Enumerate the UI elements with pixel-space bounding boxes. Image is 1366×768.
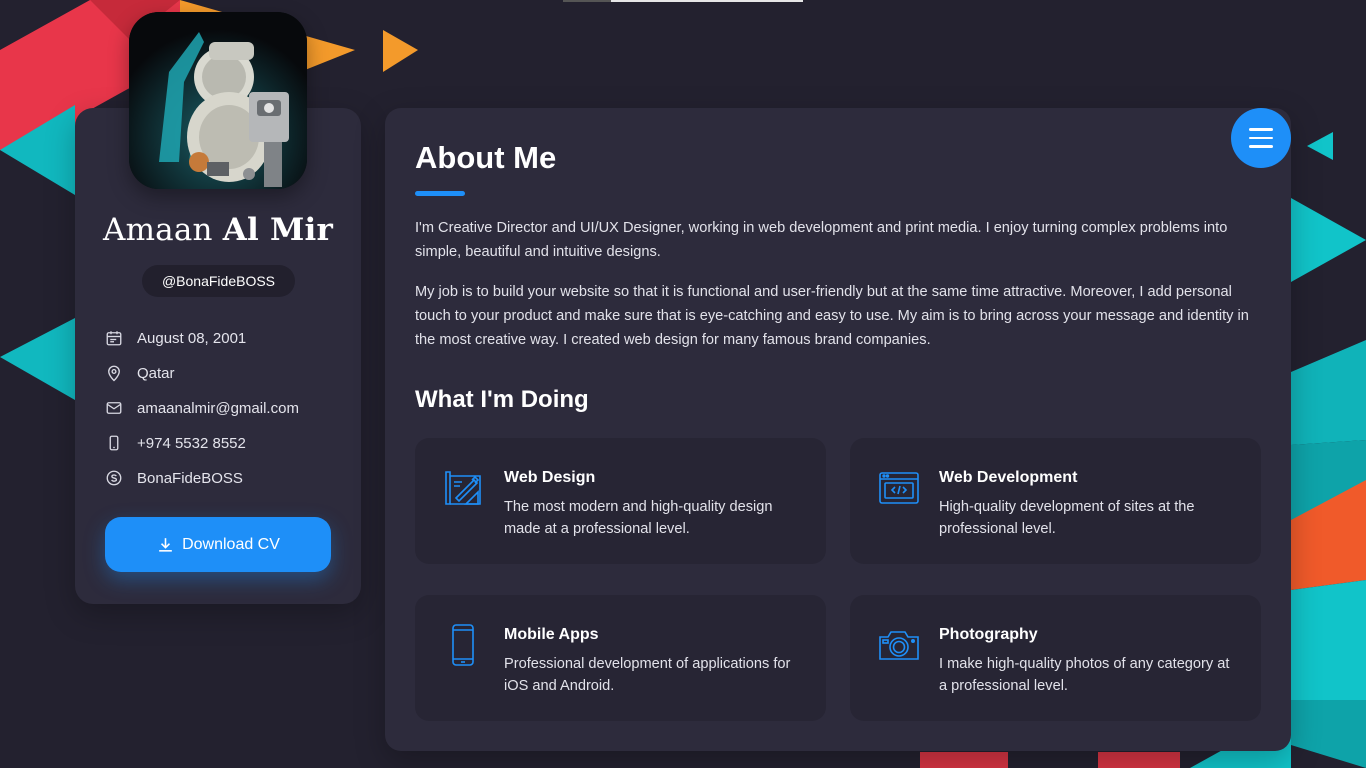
calendar-icon xyxy=(104,328,124,348)
hamburger-menu-icon xyxy=(1249,125,1273,151)
service-title: Web Design xyxy=(504,469,596,486)
service-desc: The most modern and high-quality design … xyxy=(504,499,773,537)
download-icon xyxy=(159,538,172,552)
code-window-icon xyxy=(877,466,921,510)
contact-location: Qatar xyxy=(104,361,344,385)
contact-text: Qatar xyxy=(137,364,175,382)
download-cv-label: Download CV xyxy=(182,535,280,553)
doing-title: What I'm Doing xyxy=(415,386,589,413)
mail-icon xyxy=(104,398,124,418)
service-desc: Professional development of applications… xyxy=(504,656,791,694)
profile-name: Amaan Al Mir xyxy=(75,212,361,248)
service-card-mobile-apps: Mobile Apps Professional development of … xyxy=(415,595,826,721)
avatar xyxy=(129,12,307,189)
service-card-web-design: Web Design The most modern and high-qual… xyxy=(415,438,826,564)
about-paragraph-1: I'm Creative Director and UI/UX Designer… xyxy=(415,220,1228,260)
design-blueprint-icon xyxy=(442,466,486,510)
service-desc: High-quality development of sites at the… xyxy=(939,499,1195,537)
menu-button[interactable] xyxy=(1231,108,1291,168)
service-desc: I make high-quality photos of any catego… xyxy=(939,656,1230,694)
service-card-web-development: Web Development High-quality development… xyxy=(850,438,1261,564)
about-paragraph-2: My job is to build your website so that … xyxy=(415,284,1249,348)
service-card-photography: Photography I make high-quality photos o… xyxy=(850,595,1261,721)
top-progress-strip xyxy=(563,0,803,2)
contact-text[interactable]: BonaFideBOSS xyxy=(137,470,243,487)
contact-skype[interactable]: BonaFideBOSS xyxy=(104,466,344,490)
contact-text: August 08, 2001 xyxy=(137,329,247,347)
download-cv-button[interactable]: Download CV xyxy=(105,517,331,572)
service-title: Web Development xyxy=(939,469,1078,486)
contact-email[interactable]: amaanalmir@gmail.com xyxy=(104,396,344,420)
skype-icon xyxy=(104,468,124,488)
contact-phone[interactable]: +974 5532 8552 xyxy=(104,431,344,455)
smartphone-icon xyxy=(442,623,486,667)
contact-text[interactable]: amaanalmir@gmail.com xyxy=(137,400,299,417)
last-name: Al Mir xyxy=(222,212,334,248)
location-pin-icon xyxy=(104,363,124,383)
contact-birthday: August 08, 2001 xyxy=(104,326,344,350)
handle-badge: @BonaFideBOSS xyxy=(142,265,295,297)
phone-icon xyxy=(104,433,124,453)
first-name: Amaan xyxy=(102,212,213,248)
camera-icon xyxy=(877,623,921,667)
about-title: About Me xyxy=(415,140,557,175)
contact-text[interactable]: +974 5532 8552 xyxy=(137,435,246,452)
title-underline xyxy=(415,191,465,196)
service-title: Photography xyxy=(939,626,1038,643)
service-title: Mobile Apps xyxy=(504,626,599,643)
